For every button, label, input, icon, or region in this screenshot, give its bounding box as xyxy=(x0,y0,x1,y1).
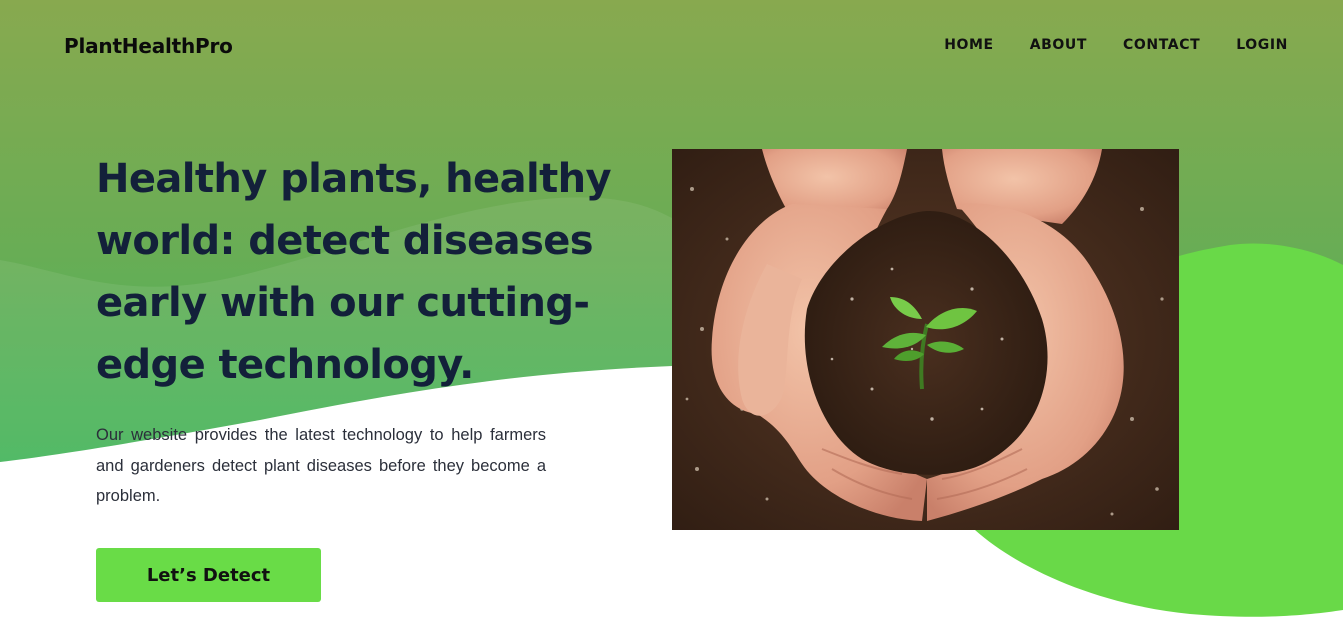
brand-logo[interactable]: PlantHealthPro xyxy=(64,34,233,58)
nav-item-contact[interactable]: CONTACT xyxy=(1123,37,1200,53)
hero-description: Our website provides the latest technolo… xyxy=(96,426,546,505)
navbar: PlantHealthPro HOME ABOUT CONTACT LOGIN xyxy=(0,0,1343,92)
nav-item-login[interactable]: LOGIN xyxy=(1236,37,1288,53)
nav-menu: HOME ABOUT CONTACT LOGIN xyxy=(944,37,1288,53)
lets-detect-button[interactable]: Let’s Detect xyxy=(96,548,321,602)
hero-image xyxy=(672,149,1179,530)
nav-item-home[interactable]: HOME xyxy=(944,37,994,53)
nav-item-about[interactable]: ABOUT xyxy=(1030,37,1087,53)
hero-headline: Healthy plants, healthy world: detect di… xyxy=(96,156,612,388)
